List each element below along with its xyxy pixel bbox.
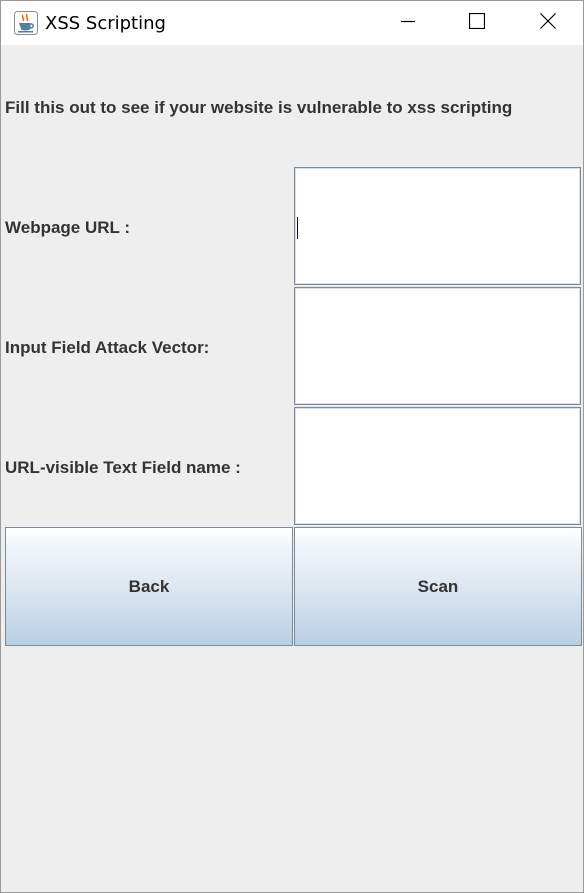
minimize-icon — [400, 13, 416, 33]
attack-vector-input[interactable] — [294, 287, 581, 405]
text-cursor — [297, 217, 298, 239]
close-button[interactable] — [525, 1, 571, 45]
maximize-button[interactable] — [454, 1, 500, 45]
attack-vector-label: Input Field Attack Vector: — [5, 338, 210, 357]
java-coffee-cup-icon — [14, 11, 38, 35]
form-panel: Fill this out to see if your website is … — [5, 46, 583, 892]
app-window: XSS Scripting Fill this out to see if yo… — [0, 0, 584, 893]
maximize-icon — [468, 12, 486, 33]
intro-text: Fill this out to see if your website is … — [5, 98, 513, 117]
text-field-name-input[interactable] — [294, 407, 581, 525]
back-button[interactable]: Back — [5, 527, 293, 646]
minimize-button[interactable] — [385, 1, 431, 45]
text-field-name-label: URL-visible Text Field name : — [5, 458, 241, 477]
scan-button[interactable]: Scan — [294, 527, 582, 646]
window-title: XSS Scripting — [45, 13, 166, 34]
webpage-url-input[interactable] — [294, 167, 581, 285]
webpage-url-label: Webpage URL : — [5, 218, 130, 237]
close-icon — [540, 13, 556, 33]
title-bar[interactable]: XSS Scripting — [1, 1, 583, 45]
